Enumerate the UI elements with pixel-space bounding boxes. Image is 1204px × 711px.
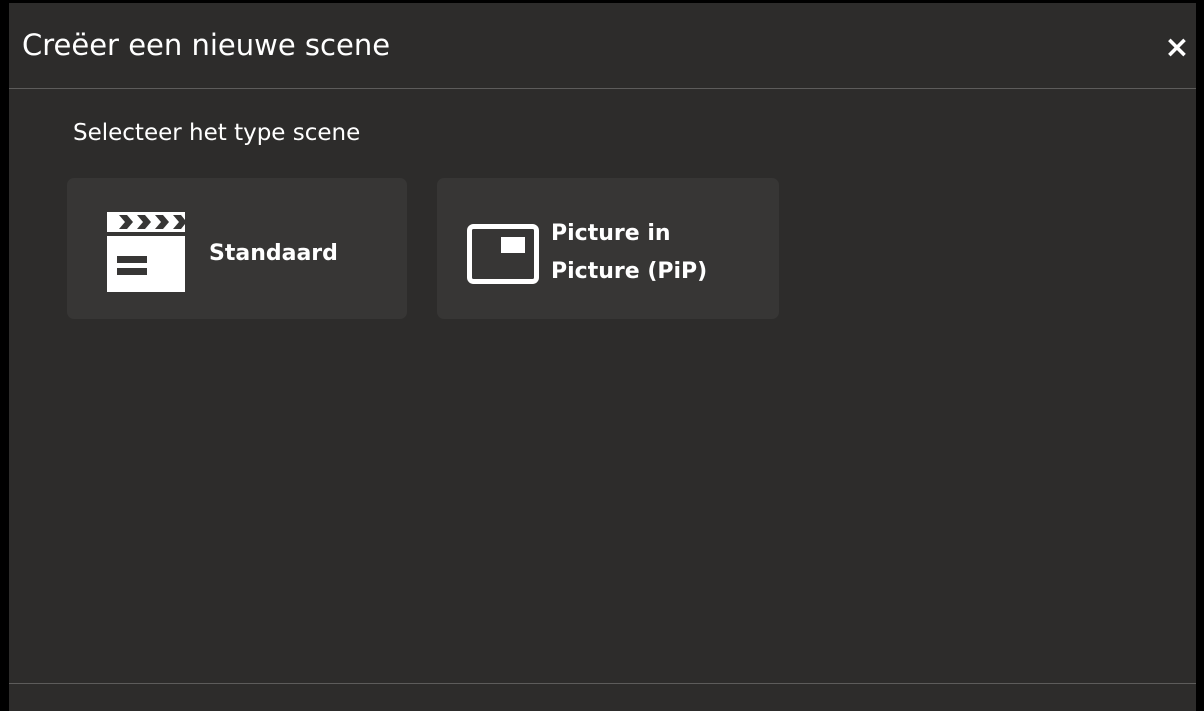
close-button[interactable]: ×	[1164, 31, 1190, 65]
dialog-title: Creëer een nieuwe scene	[22, 28, 391, 62]
close-icon: ×	[1164, 30, 1190, 65]
dialog-header: Creëer een nieuwe scene ×	[9, 3, 1196, 89]
scene-type-standard-button[interactable]: Standaard	[67, 178, 407, 319]
picture-in-picture-icon	[467, 224, 539, 284]
create-scene-dialog: Creëer een nieuwe scene × Selecteer het …	[9, 3, 1196, 711]
scene-type-prompt: Selecteer het type scene	[73, 120, 361, 146]
footer-divider	[9, 683, 1196, 684]
scene-type-pip-label: Picture in Picture (PiP)	[551, 221, 708, 284]
clapperboard-icon	[107, 212, 185, 292]
scene-type-standard-label: Standaard	[209, 241, 338, 266]
scene-type-pip-button[interactable]: Picture in Picture (PiP)	[437, 178, 779, 319]
